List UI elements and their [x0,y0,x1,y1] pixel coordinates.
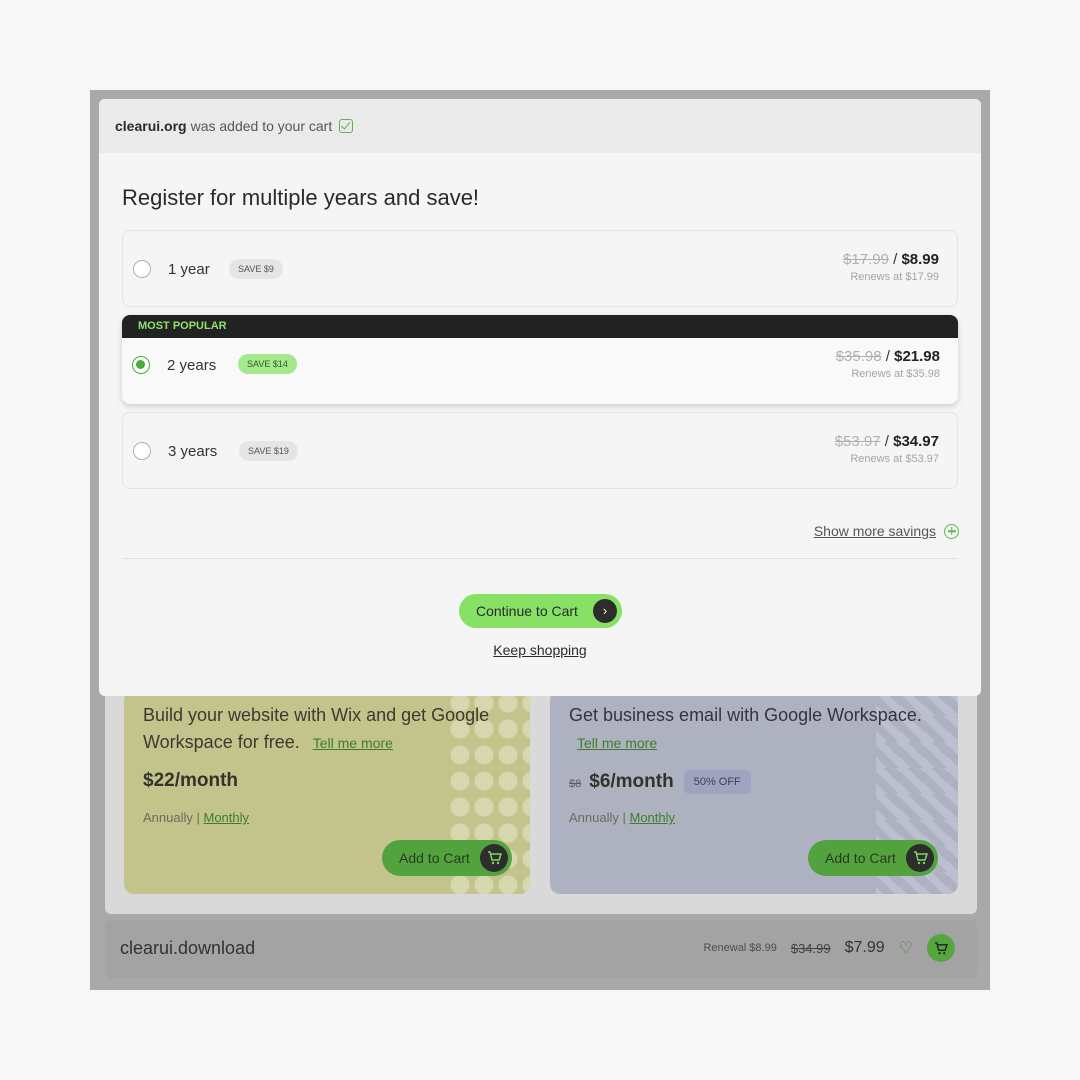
show-more-label: Show more savings [813,523,936,539]
option-1-year[interactable]: 1 year SAVE $9 $17.99 / $8.99 Renews at … [122,230,958,307]
save-badge: SAVE $19 [239,441,298,461]
add-to-cart-icon-button[interactable] [927,934,955,962]
current-price: $8.99 [901,251,939,268]
tell-me-more-link[interactable]: Tell me more [313,735,393,751]
renewal-text: Renews at $53.97 [850,453,939,465]
discount-badge: 50% OFF [683,770,751,794]
added-domain: clearui.org [115,118,187,134]
cart-icon [480,844,508,872]
domain-result-row[interactable]: clearui.download Renewal $8.99 $34.99 $7… [105,920,977,978]
current-price: $21.98 [894,348,940,365]
promo-headline-text: Get business email with Google Workspace… [569,705,922,725]
billing-toggle: Annually | Monthly [569,810,675,825]
option-price: $53.97 / $34.97 Renews at $53.97 [835,433,939,465]
save-badge: SAVE $9 [229,259,283,279]
billing-annually[interactable]: Annually | [143,810,200,825]
current-price: $7.99 [844,939,885,956]
modal-title: Register for multiple years and save! [122,185,480,210]
add-to-cart-label: Add to Cart [825,850,896,866]
billing-monthly-link[interactable]: Monthly [203,810,249,825]
option-label: 2 years [167,357,217,374]
old-price: $34.99 [790,940,831,956]
tell-me-more-link[interactable]: Tell me more [577,735,657,751]
promo-headline: Build your website with Wix and get Goog… [143,702,523,757]
heart-icon[interactable]: ♡ [899,938,913,958]
promo-price: $8 $6/month 50% OFF [569,770,751,794]
promo-price: $22/month [143,770,238,792]
billing-toggle: Annually | Monthly [143,810,249,825]
add-to-cart-button[interactable]: Add to Cart [808,840,938,876]
price-separator: / [893,251,898,268]
chevron-right-icon: › [593,599,617,623]
renewal-price: Renewal $8.99 [703,942,777,954]
price-value: $6/month [589,771,674,792]
option-price: $17.99 / $8.99 Renews at $17.99 [843,251,939,283]
plus-circle-icon [944,523,959,539]
domain-name: clearui.download [120,938,256,958]
add-to-cart-label: Add to Cart [399,850,470,866]
old-price: $53.97 [834,433,881,450]
billing-annually[interactable]: Annually | [569,810,626,825]
option-2-years[interactable]: MOST POPULAR 2 years SAVE $14 $35.98 / $… [122,315,958,404]
billing-monthly-link[interactable]: Monthly [629,810,675,825]
show-more-savings-link[interactable]: Show more savings [814,523,959,539]
price-separator: / [885,348,890,365]
radio-button[interactable] [133,442,151,460]
cart-icon [906,844,934,872]
most-popular-banner: MOST POPULAR [122,315,958,338]
old-price: $17.99 [843,251,889,268]
keep-shopping-container: Keep shopping [99,642,981,658]
modal-header: clearui.org was added to your cart [99,99,981,153]
renewal-text: Renews at $35.98 [851,368,940,380]
google-workspace-promo-card: Get business email with Google Workspace… [550,690,958,894]
cart-icon [934,941,948,954]
divider [122,558,958,559]
radio-button[interactable] [133,260,151,278]
cart-upsell-modal: clearui.org was added to your cart Regis… [99,99,981,696]
renewal-text: Renews at $17.99 [850,271,939,283]
promo-headline: Get business email with Google Workspace… [569,702,949,757]
domain-pricing: Renewal $8.99 $34.99 $7.99 ♡ [703,934,955,962]
add-to-cart-button[interactable]: Add to Cart [382,840,512,876]
save-badge: SAVE $14 [238,354,297,374]
continue-label: Continue to Cart [476,603,578,619]
option-3-years[interactable]: 3 years SAVE $19 $53.97 / $34.97 Renews … [122,412,958,489]
continue-to-cart-button[interactable]: Continue to Cart › [459,594,622,628]
check-icon [339,119,354,133]
option-label: 3 years [168,443,218,460]
added-message: was added to your cart [190,118,333,134]
price-separator: / [884,433,889,450]
option-label: 1 year [168,261,210,278]
old-price: $8 [569,778,582,790]
wix-promo-card: Build your website with Wix and get Goog… [124,690,530,894]
option-price: $35.98 / $21.98 Renews at $35.98 [836,348,940,380]
current-price: $34.97 [893,433,939,450]
price-value: $22/month [143,770,239,791]
keep-shopping-link[interactable]: Keep shopping [493,642,586,658]
radio-button-selected[interactable] [132,356,150,374]
old-price: $35.98 [835,348,882,365]
